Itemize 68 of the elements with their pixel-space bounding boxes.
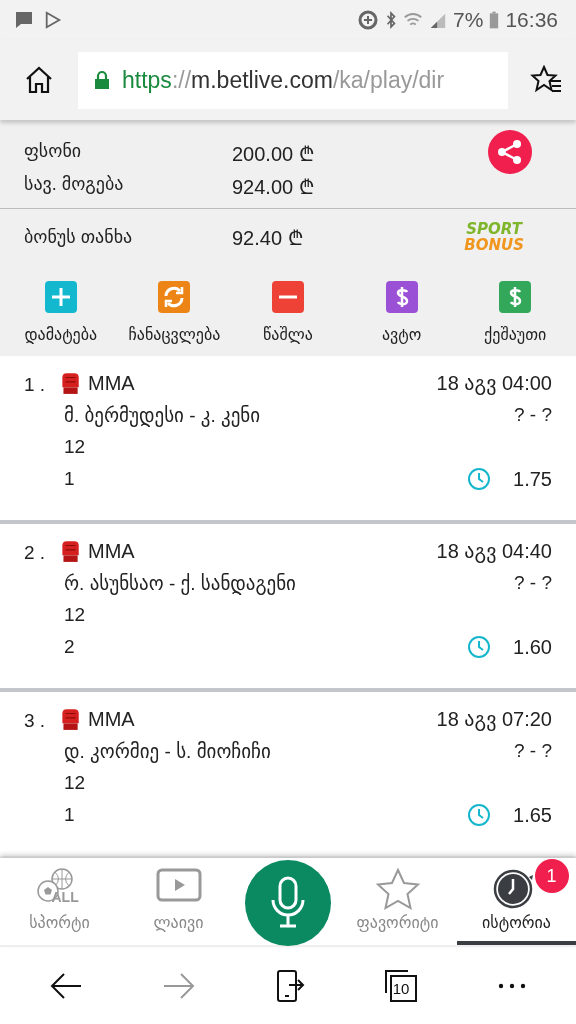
event-date: 18 აგვ 04:00 (436, 371, 552, 395)
bet-number: 2 . (24, 541, 47, 565)
clock-icon (467, 467, 492, 491)
url-text: https://m.betlive.com/ka/play/dir (122, 66, 445, 94)
match-name: რ. ასუნსაო - ქ. სანდაგენი (64, 571, 296, 595)
stacked-pages-icon (383, 968, 418, 1003)
match-name: მ. ბერმუდესი - კ. კენი (64, 403, 261, 427)
match-name: დ. კორმიე - ს. მიოჩიჩი (64, 739, 271, 763)
sport-name: MMA (88, 539, 135, 563)
minus-icon (272, 281, 304, 313)
play-store-icon (44, 10, 62, 30)
action-button[interactable]: დამატება (4, 281, 117, 344)
score: ? - ? (513, 740, 552, 762)
battery-icon (489, 9, 500, 31)
action-button[interactable]: ქეშაუთი (459, 281, 572, 344)
url-field[interactable]: https://m.betlive.com/ka/play/dir (78, 51, 508, 109)
bluetooth-icon (385, 9, 398, 31)
summary-label: სავ. მოგება (24, 173, 125, 196)
back-arrow-icon[interactable] (49, 970, 84, 1001)
nav-tab[interactable]: ფავორიტი (338, 858, 457, 945)
clock-icon (467, 635, 492, 659)
refresh-icon (158, 281, 191, 313)
nav-tab[interactable]: ლაივი (119, 858, 238, 945)
market-name: 12 (64, 604, 86, 626)
bonus-value: 92.40 ₾ (232, 225, 303, 251)
bet-number: 1 . (24, 373, 47, 397)
action-button[interactable]: ჩანაცვლება (118, 281, 231, 344)
plus-icon (44, 281, 77, 313)
lock-icon (94, 70, 110, 90)
market-name: 12 (64, 772, 86, 794)
score: ? - ? (513, 572, 552, 594)
home-icon[interactable] (24, 65, 54, 95)
nav-tab[interactable]: 1 ისტორია (457, 858, 576, 945)
event-date: 18 აგვ 07:20 (436, 707, 552, 731)
microphone-button[interactable] (245, 860, 331, 946)
share-button[interactable] (488, 130, 532, 174)
notification-badge: 1 (534, 859, 569, 893)
odds: 1.65 (513, 803, 552, 827)
market-name: 12 (64, 436, 86, 458)
bookmarks-icon[interactable] (530, 65, 562, 95)
message-icon (14, 10, 34, 30)
score: ? - ? (513, 404, 552, 426)
summary-label: ფსონი (24, 140, 83, 163)
bonus-label: ბონუს თანხა (24, 226, 134, 248)
event-date: 18 აგვ 04:40 (436, 539, 552, 563)
data-saver-icon (357, 9, 380, 31)
action-button[interactable]: ავტო (345, 281, 458, 344)
sport-name: MMA (88, 707, 135, 731)
forward-arrow-icon[interactable] (162, 970, 197, 1001)
summary-value: 924.00 ₾ (232, 175, 314, 200)
bet-number: 3 . (24, 709, 47, 733)
tabs-button[interactable]: 10 (383, 968, 418, 1003)
odds: 1.75 (513, 467, 552, 491)
odds: 1.60 (513, 635, 552, 659)
pick: 1 (64, 804, 75, 826)
dollar-icon (499, 281, 532, 313)
battery-percentage: 7% (453, 8, 484, 32)
tab-count: 10 (392, 979, 410, 997)
send-to-device-icon[interactable] (275, 968, 305, 1003)
sport-name: MMA (88, 371, 135, 395)
pick: 2 (64, 636, 75, 658)
pick: 1 (64, 468, 75, 490)
sport-bonus-logo: SPORT BONUS (464, 221, 524, 253)
dollar-icon (385, 281, 418, 313)
summary-value: 200.00 ₾ (232, 142, 314, 167)
clock: 16:36 (505, 8, 558, 32)
clock-icon (467, 803, 492, 827)
action-button[interactable]: წაშლა (232, 281, 344, 344)
